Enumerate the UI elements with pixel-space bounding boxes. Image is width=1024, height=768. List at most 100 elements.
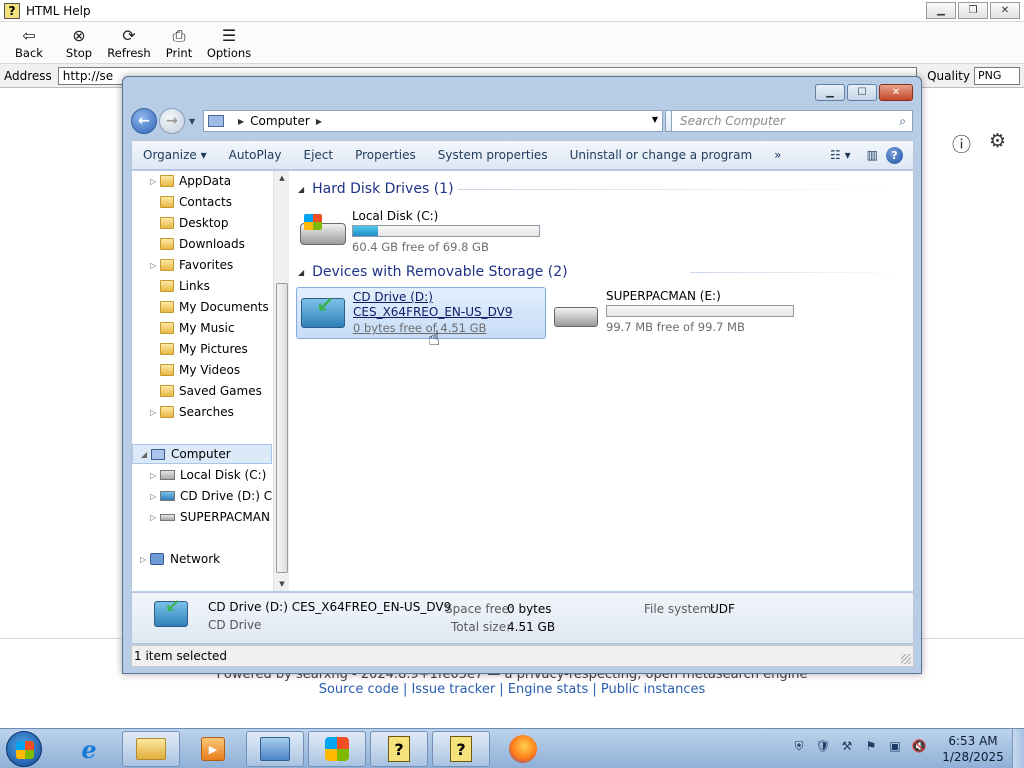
show-desktop-button[interactable] [1012, 729, 1024, 768]
preview-pane-icon[interactable]: ▥ [859, 148, 886, 162]
tools-icon[interactable]: ⚒ [838, 737, 856, 755]
address-dropdown-icon[interactable]: ▼ [652, 115, 658, 124]
group-header-hard-disks[interactable]: ◢ Hard Disk Drives (1) [298, 178, 454, 200]
change-view-icon[interactable]: ☷ ▾ [822, 148, 859, 162]
resize-grip-icon[interactable] [901, 654, 911, 664]
eject-button[interactable]: Eject [293, 148, 345, 162]
taskbar-internet-explorer[interactable]: e [60, 731, 118, 767]
shield-icon[interactable]: 🛡 [814, 737, 832, 755]
start-button[interactable] [6, 731, 42, 767]
tree-item-appdata[interactable]: ▷ AppData [150, 171, 231, 191]
tree-item-my-documents[interactable]: My Documents [160, 297, 269, 317]
tree-item-cd-drive-d[interactable]: ▷CD Drive (D:) CES [150, 486, 272, 506]
tree-item-desktop[interactable]: Desktop [160, 213, 229, 233]
uninstall-program-button[interactable]: Uninstall or change a program [559, 148, 764, 162]
tree-item-downloads[interactable]: Downloads [160, 234, 245, 254]
print-button[interactable]: ⎙ Print [154, 26, 204, 63]
explorer-maximize-button[interactable]: ☐ [847, 84, 877, 101]
tree-item-links[interactable]: Links [160, 276, 210, 296]
expand-icon[interactable]: ▷ [150, 513, 160, 522]
options-button[interactable]: ☰ Options [204, 26, 254, 63]
tree-item-saved-games[interactable]: Saved Games [160, 381, 262, 401]
usb-drive-icon [554, 297, 598, 329]
drive-e-usage-bar [606, 305, 794, 317]
expand-icon[interactable]: ▷ [150, 492, 160, 501]
info-icon[interactable]: ⓘ [952, 130, 971, 157]
html-help-toolbar: ⇦ Back ⊗ Stop ⟳ Refresh ⎙ Print ☰ Options [0, 22, 1024, 64]
minimize-button[interactable]: ▁ [926, 2, 956, 19]
expand-icon[interactable]: ▷ [150, 177, 160, 186]
expand-icon[interactable]: ▷ [140, 555, 150, 564]
quality-select[interactable]: PNG [974, 66, 1020, 85]
explorer-titlebar[interactable]: ▁ ☐ ✕ [123, 77, 921, 107]
restore-button[interactable]: ❐ [958, 2, 988, 19]
tree-item-my-videos[interactable]: My Videos [160, 360, 240, 380]
search-input[interactable]: Search Computer ⌕ [671, 110, 913, 132]
expand-icon[interactable]: ▷ [150, 408, 160, 417]
network-status-icon[interactable]: ▣ [886, 737, 904, 755]
more-commands-button[interactable]: » [763, 148, 792, 162]
expand-icon[interactable]: ▷ [150, 471, 160, 480]
tree-item-superpacman[interactable]: ▷ SUPERPACMAN [150, 507, 270, 527]
taskbar-network-window[interactable] [246, 731, 304, 767]
tree-item-searches[interactable]: ▷ Searches [150, 402, 234, 422]
cd-drive-icon [160, 491, 175, 501]
folder-icon [160, 175, 174, 187]
tree-item-favorites[interactable]: ▷ Favorites [150, 255, 233, 275]
security-shield-icon[interactable]: ⛨ [790, 737, 808, 755]
system-properties-button[interactable]: System properties [427, 148, 559, 162]
taskbar-windows-setup[interactable] [308, 731, 366, 767]
explorer-address-bar[interactable]: ▶ Computer ▶ ▼ [203, 110, 663, 132]
search-icon[interactable]: ⌕ [899, 114, 906, 129]
group-header-removable[interactable]: ◢ Devices with Removable Storage (2) [298, 261, 568, 283]
stop-button[interactable]: ⊗ Stop [54, 26, 104, 63]
back-icon: ⇦ [22, 26, 36, 45]
volume-muted-icon[interactable]: 🔇 [910, 737, 928, 755]
navigation-scrollbar[interactable]: ▲ ▼ [273, 171, 289, 591]
explorer-close-button[interactable]: ✕ [879, 84, 913, 101]
tree-item-my-music[interactable]: My Music [160, 318, 234, 338]
forward-arrow-icon[interactable]: → [159, 108, 185, 134]
taskbar-windows-explorer[interactable] [122, 731, 180, 767]
taskbar-clock[interactable]: 6:53 AM 1/28/2025 [940, 733, 1006, 765]
breadcrumb-chevron-icon[interactable]: ▶ [316, 117, 322, 126]
tree-item-my-pictures[interactable]: My Pictures [160, 339, 248, 359]
tree-item-computer[interactable]: ◢ Computer [132, 444, 272, 464]
scroll-down-icon[interactable]: ▼ [274, 577, 290, 591]
collapse-icon[interactable]: ◢ [141, 450, 151, 459]
drive-tile-e[interactable]: SUPERPACMAN (E:) 99.7 MB free of 99.7 MB [550, 287, 800, 339]
taskbar-media-player[interactable]: ▶ [184, 731, 242, 767]
help-icon[interactable]: ? [886, 146, 903, 164]
action-center-flag-icon[interactable]: ⚑ [862, 737, 880, 755]
refresh-button[interactable]: ⟳ Refresh [104, 26, 154, 63]
tree-item-local-disk-c[interactable]: ▷ Local Disk (C:) [150, 465, 266, 485]
tree-item-contacts[interactable]: Contacts [160, 192, 232, 212]
expand-icon[interactable]: ▷ [150, 261, 160, 270]
back-arrow-icon[interactable]: ← [131, 108, 157, 134]
recent-pages-dropdown[interactable]: ▼ [189, 117, 195, 126]
breadcrumb-separator-icon[interactable]: ▶ [238, 117, 244, 126]
properties-button[interactable]: Properties [344, 148, 427, 162]
tree-item-network[interactable]: ▷ Network [140, 549, 220, 569]
scrollbar-thumb[interactable] [276, 283, 288, 573]
gear-icon[interactable]: ⚙ [989, 130, 1006, 157]
footer-links[interactable]: Source code | Issue tracker | Engine sta… [0, 682, 1024, 697]
taskbar-firefox[interactable] [494, 731, 552, 767]
address-label: Address [4, 68, 52, 83]
scroll-up-icon[interactable]: ▲ [274, 171, 290, 185]
organize-button[interactable]: Organize ▾ [132, 148, 218, 162]
taskbar-html-help-2[interactable]: ? [432, 731, 490, 767]
close-button[interactable]: ✕ [990, 2, 1020, 19]
drive-tile-d[interactable]: ↙ CD Drive (D:) CES_X64FREO_EN-US_DV9 0 … [296, 287, 546, 339]
collapse-group-icon[interactable]: ◢ [298, 268, 304, 277]
explorer-minimize-button[interactable]: ▁ [815, 84, 845, 101]
back-button[interactable]: ⇦ Back [4, 26, 54, 63]
folder-icon [160, 343, 174, 355]
collapse-group-icon[interactable]: ◢ [298, 185, 304, 194]
cd-drive-icon: ↙ [154, 596, 188, 629]
computer-icon [208, 115, 224, 127]
drive-tile-c[interactable]: Local Disk (C:) 60.4 GB free of 69.8 GB [296, 203, 546, 255]
breadcrumb-computer[interactable]: Computer [250, 114, 310, 128]
taskbar-html-help-1[interactable]: ? [370, 731, 428, 767]
autoplay-button[interactable]: AutoPlay [218, 148, 293, 162]
